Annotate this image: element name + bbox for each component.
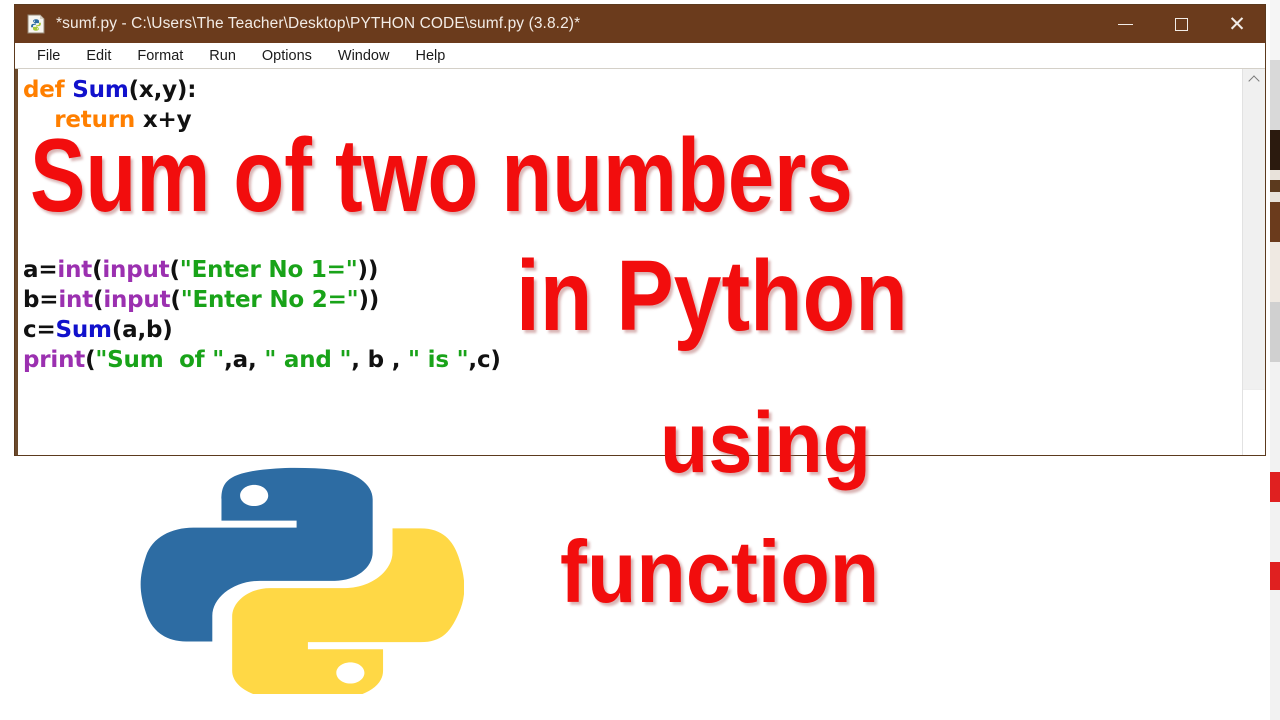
scrollbar-thumb[interactable]	[1243, 89, 1265, 389]
minimize-button[interactable]	[1097, 5, 1153, 43]
menu-item-file[interactable]: File	[24, 44, 73, 68]
maximize-icon	[1174, 17, 1188, 31]
close-button[interactable]: ✕	[1209, 5, 1265, 43]
idle-python-file-icon	[25, 13, 47, 35]
vertical-scrollbar[interactable]	[1242, 69, 1265, 455]
scrollbar-track[interactable]	[1243, 389, 1265, 455]
menu-item-window[interactable]: Window	[325, 44, 403, 68]
overlay-headline-line-3: using	[660, 395, 871, 491]
overlay-headline-line-2: in Python	[516, 240, 908, 352]
background-window-sliver	[1270, 0, 1280, 720]
menu-item-run[interactable]: Run	[196, 44, 249, 68]
scroll-up-button[interactable]	[1243, 69, 1265, 89]
overlay-headline-line-1: Sum of two numbers	[30, 118, 853, 234]
screenshot-root: *sumf.py - C:\Users\The Teacher\Desktop\…	[0, 0, 1280, 720]
window-title-bar[interactable]: *sumf.py - C:\Users\The Teacher\Desktop\…	[15, 5, 1265, 43]
close-icon: ✕	[1228, 12, 1246, 36]
menu-item-edit[interactable]: Edit	[73, 44, 124, 68]
overlay-headline-line-4: function	[560, 522, 880, 621]
minimize-icon	[1117, 23, 1133, 25]
chevron-up-icon	[1248, 74, 1260, 87]
menu-bar: File Edit Format Run Options Window Help	[15, 43, 1265, 69]
window-controls: ✕	[1097, 5, 1265, 43]
menu-item-help[interactable]: Help	[402, 44, 458, 68]
window-title-text: *sumf.py - C:\Users\The Teacher\Desktop\…	[56, 15, 581, 32]
menu-item-format[interactable]: Format	[124, 44, 196, 68]
python-logo	[128, 444, 465, 704]
maximize-button[interactable]	[1153, 5, 1209, 43]
menu-item-options[interactable]: Options	[249, 44, 325, 68]
